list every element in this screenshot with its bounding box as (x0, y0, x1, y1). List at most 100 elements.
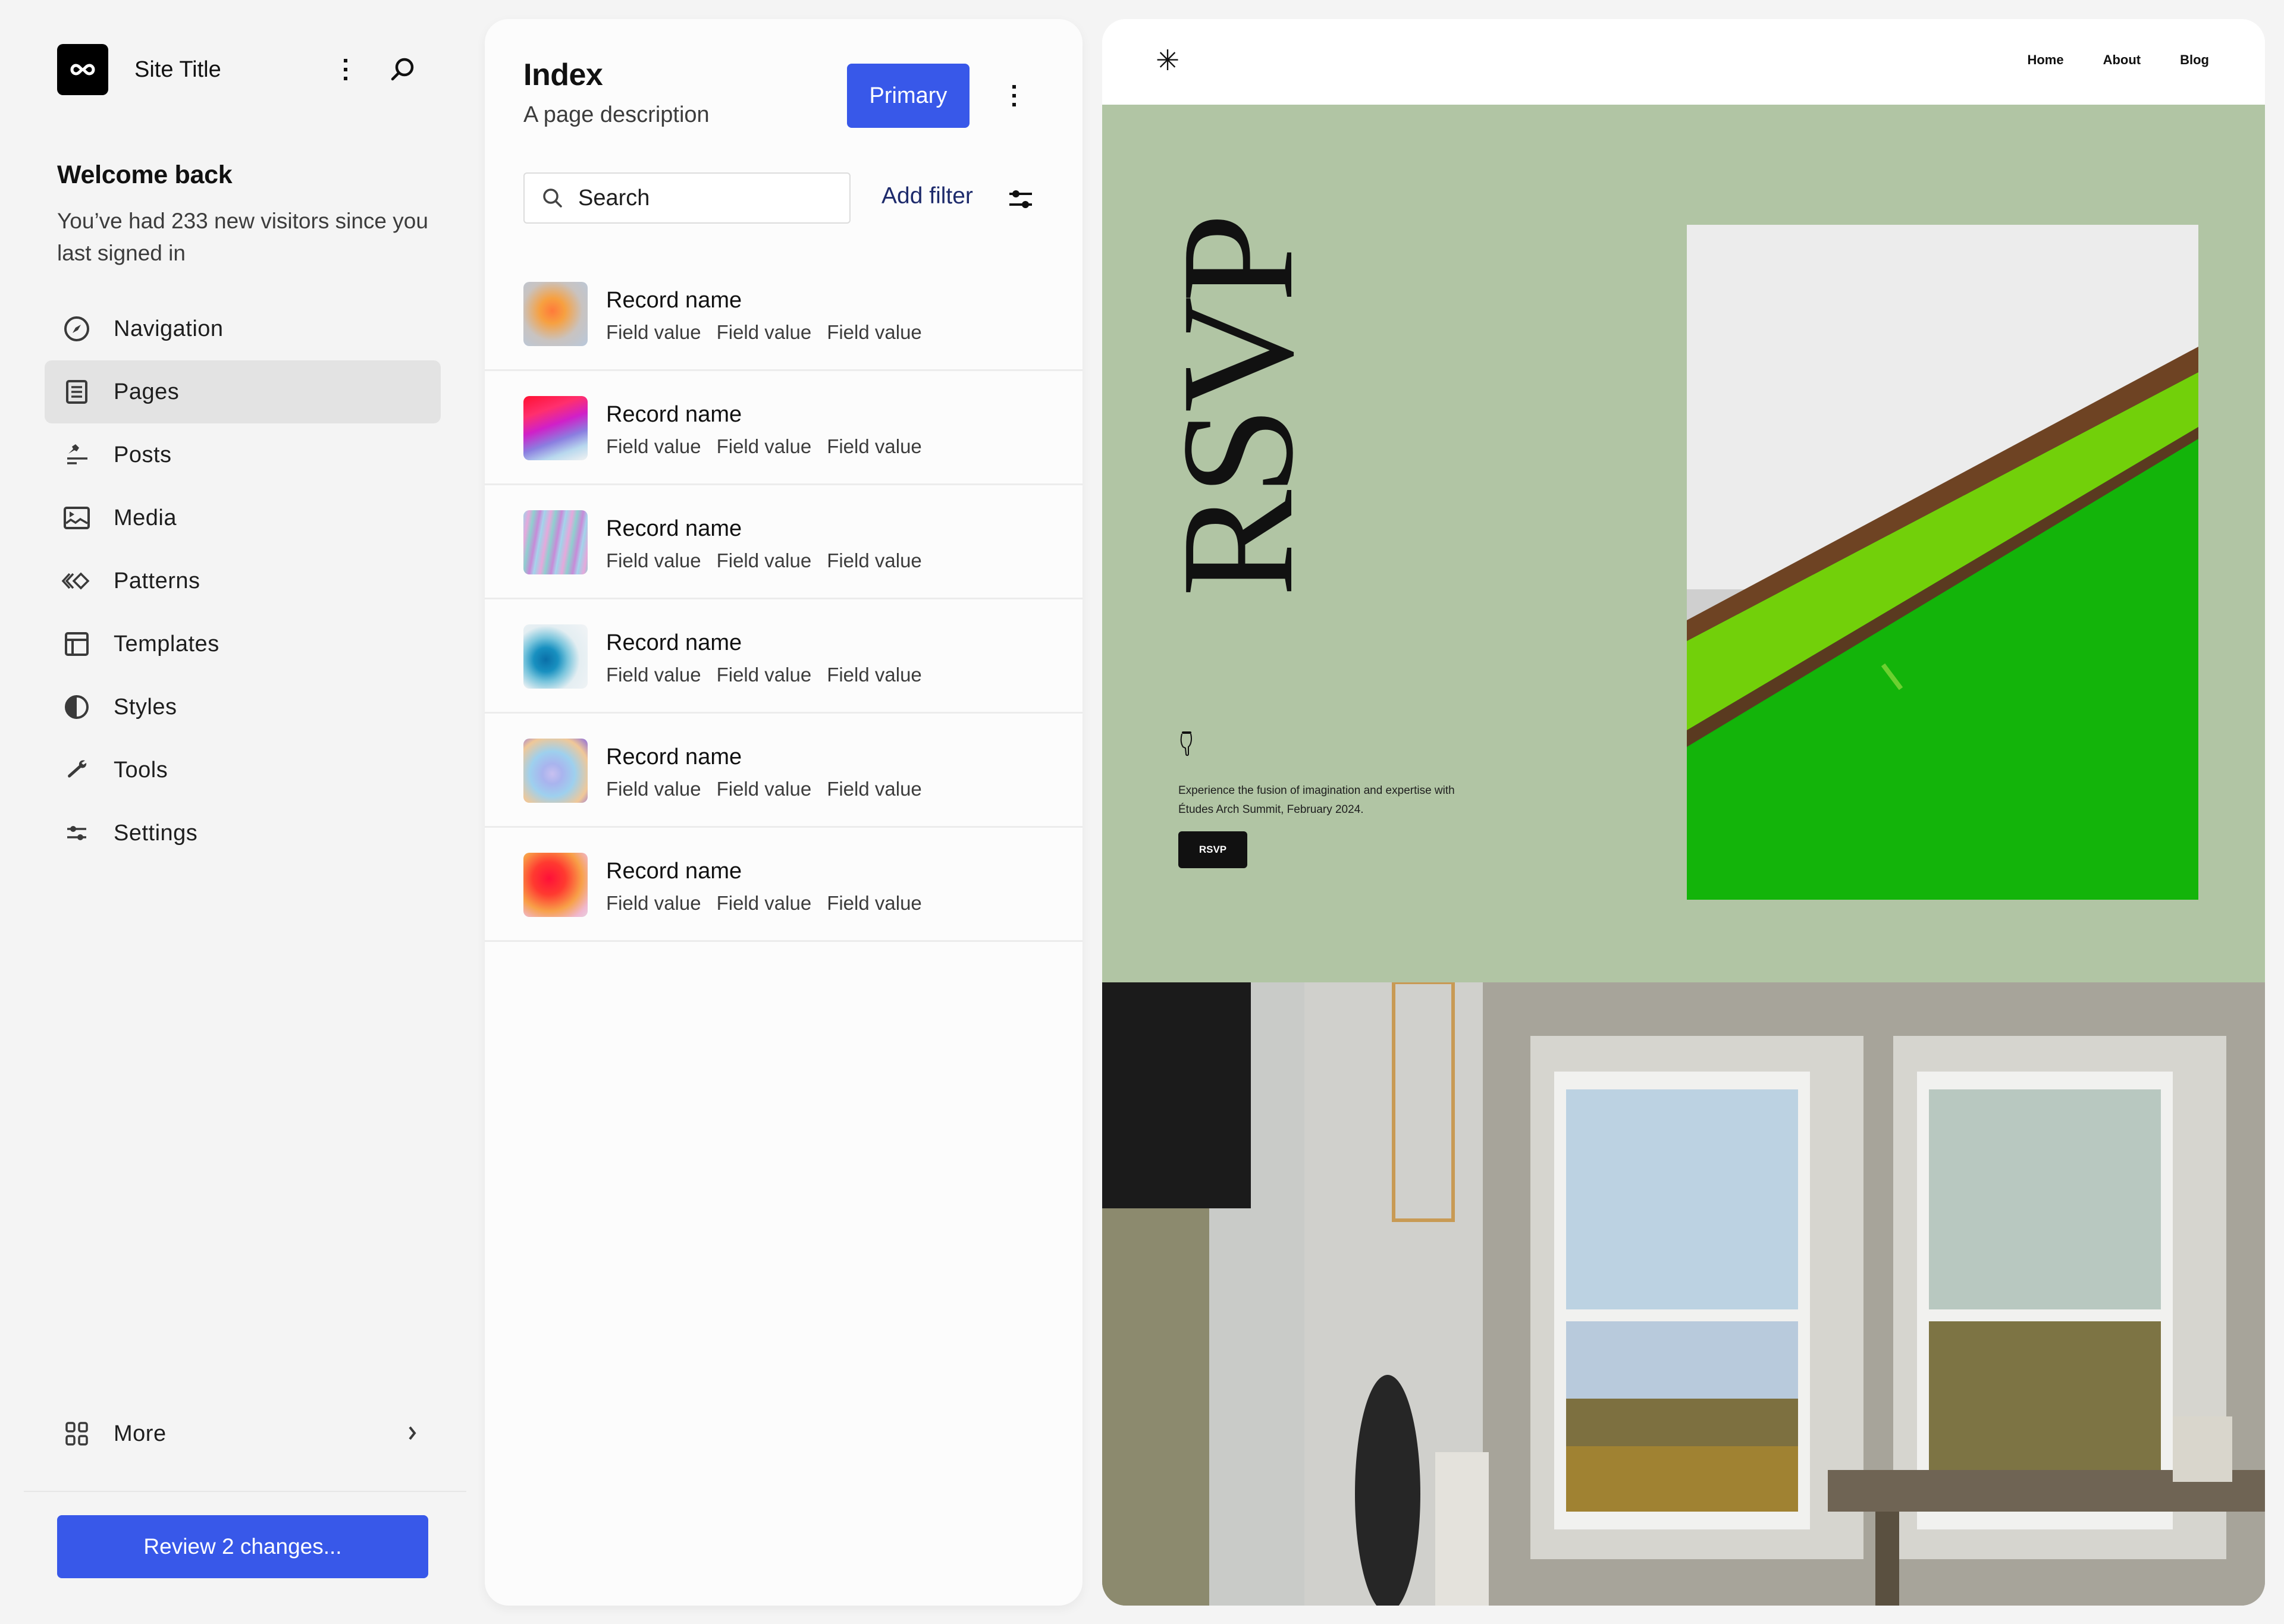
more-vertical-icon (1012, 85, 1016, 106)
search-input[interactable] (578, 185, 840, 211)
field-value: Field value (716, 892, 812, 914)
image-icon (60, 501, 93, 535)
record-name: Record name (606, 288, 742, 313)
record-name: Record name (606, 630, 742, 655)
hero-heading-text: RSVP (1149, 219, 1326, 597)
site-options-button[interactable] (331, 55, 360, 84)
sidebar-item-navigation[interactable]: Navigation (45, 297, 441, 360)
field-value: Field value (606, 664, 701, 686)
field-value: Field value (716, 321, 812, 343)
list-item[interactable]: Record name Field value Field value Fiel… (485, 485, 1083, 599)
sidebar-item-tools[interactable]: Tools (45, 739, 441, 802)
hero-section: RSVP Experience the fusion of imaginatio… (1102, 105, 2265, 982)
field-value: Field value (827, 549, 922, 571)
sidebar-item-pages[interactable]: Pages (45, 360, 441, 423)
hero-image (1687, 225, 2198, 900)
staircase-photo (1687, 225, 2198, 900)
preview-nav-blog[interactable]: Blog (2180, 52, 2209, 68)
sidebar-item-styles[interactable]: Styles (45, 676, 441, 739)
welcome-title: Welcome back (57, 161, 233, 189)
sidebar-item-label: Templates (114, 631, 219, 656)
field-value: Field value (606, 549, 701, 571)
infinity-icon (70, 64, 95, 76)
sidebar-item-label: Posts (114, 442, 172, 467)
site-logo[interactable] (57, 44, 108, 95)
pages-panel: Index A page description Primary Add fil… (485, 19, 1083, 1606)
hero-text: Experience the fusion of imagination and… (1178, 784, 1455, 816)
page-title: Index (523, 58, 603, 92)
record-thumbnail (523, 282, 588, 346)
field-value: Field value (827, 778, 922, 800)
sidebar-item-label: Settings (114, 820, 198, 846)
preview-nav-home[interactable]: Home (2027, 52, 2063, 68)
sliders-icon (60, 816, 93, 850)
divider (24, 1491, 466, 1492)
record-fields: Field value Field value Field value (606, 778, 922, 800)
record-thumbnail (523, 510, 588, 574)
site-title[interactable]: Site Title (134, 57, 221, 83)
sliders-icon (1009, 190, 1032, 208)
field-value: Field value (827, 664, 922, 686)
half-circle-icon (60, 690, 93, 724)
record-name: Record name (606, 516, 742, 541)
sidebar-item-label: Pages (114, 379, 180, 404)
compass-icon (60, 312, 93, 345)
asterisk-logo-icon: ✳ (1156, 45, 1180, 77)
field-value: Field value (716, 549, 812, 571)
record-thumbnail (523, 396, 588, 460)
pin-icon (60, 438, 93, 472)
pointing-hand-icon (1180, 731, 1192, 756)
sidebar-item-label: Navigation (114, 316, 224, 341)
chevron-right-icon (406, 1422, 418, 1447)
record-name: Record name (606, 745, 742, 769)
list-item[interactable]: Record name Field value Field value Fiel… (485, 371, 1083, 485)
primary-button[interactable]: Primary (847, 64, 970, 128)
preview-nav-about[interactable]: About (2103, 52, 2141, 68)
list-item[interactable]: Record name Field value Field value Fiel… (485, 257, 1083, 371)
list-item[interactable]: Record name Field value Field value Fiel… (485, 714, 1083, 828)
grid-icon (60, 1417, 93, 1450)
site-header: Site Title (57, 44, 426, 95)
panel-options-button[interactable] (1002, 81, 1026, 111)
record-fields: Field value Field value Field value (606, 892, 922, 915)
field-value: Field value (606, 321, 701, 343)
welcome-text: You’ve had 233 new visitors since you la… (57, 209, 428, 265)
field-value: Field value (716, 664, 812, 686)
room-photo (1102, 982, 2265, 1606)
more-vertical-icon (344, 59, 347, 80)
sidebar-item-templates[interactable]: Templates (45, 612, 441, 676)
sidebar-item-posts[interactable]: Posts (45, 423, 441, 486)
sidebar-item-more[interactable]: More (45, 1402, 441, 1465)
page-icon (60, 375, 93, 409)
site-preview[interactable]: ✳ Home About Blog RSVP Experience the fu… (1102, 19, 2265, 1606)
sidebar-item-label: Patterns (114, 568, 200, 593)
field-value: Field value (606, 435, 701, 457)
sidebar-item-label: Styles (114, 694, 177, 720)
field-value: Field value (606, 778, 701, 800)
welcome-section: Welcome back You’ve had 233 new visitors… (57, 161, 438, 269)
view-options-button[interactable] (1006, 184, 1036, 214)
search-button[interactable] (387, 55, 417, 84)
field-value: Field value (606, 892, 701, 914)
sidebar-nav: Navigation Pages Posts Media Patterns Te… (45, 297, 441, 865)
preview-header: ✳ Home About Blog (1102, 19, 2265, 105)
add-filter-button[interactable]: Add filter (881, 183, 973, 209)
preview-nav: Home About Blog (2027, 52, 2209, 68)
field-value: Field value (716, 778, 812, 800)
search-field[interactable] (523, 172, 851, 224)
sidebar-item-patterns[interactable]: Patterns (45, 549, 441, 612)
sidebar-item-settings[interactable]: Settings (45, 802, 441, 865)
list-item[interactable]: Record name Field value Field value Fiel… (485, 828, 1083, 942)
record-thumbnail (523, 853, 588, 917)
hero-heading: RSVP (1149, 218, 1326, 598)
record-fields: Field value Field value Field value (606, 549, 922, 572)
field-value: Field value (827, 435, 922, 457)
review-changes-button[interactable]: Review 2 changes... (57, 1515, 428, 1578)
sidebar-item-media[interactable]: Media (45, 486, 441, 549)
layout-icon (60, 627, 93, 661)
record-thumbnail (523, 624, 588, 689)
symbol-icon (60, 564, 93, 598)
list-item[interactable]: Record name Field value Field value Fiel… (485, 599, 1083, 714)
hero-rsvp-button[interactable]: RSVP (1178, 831, 1247, 868)
sidebar-item-label: Tools (114, 757, 168, 783)
